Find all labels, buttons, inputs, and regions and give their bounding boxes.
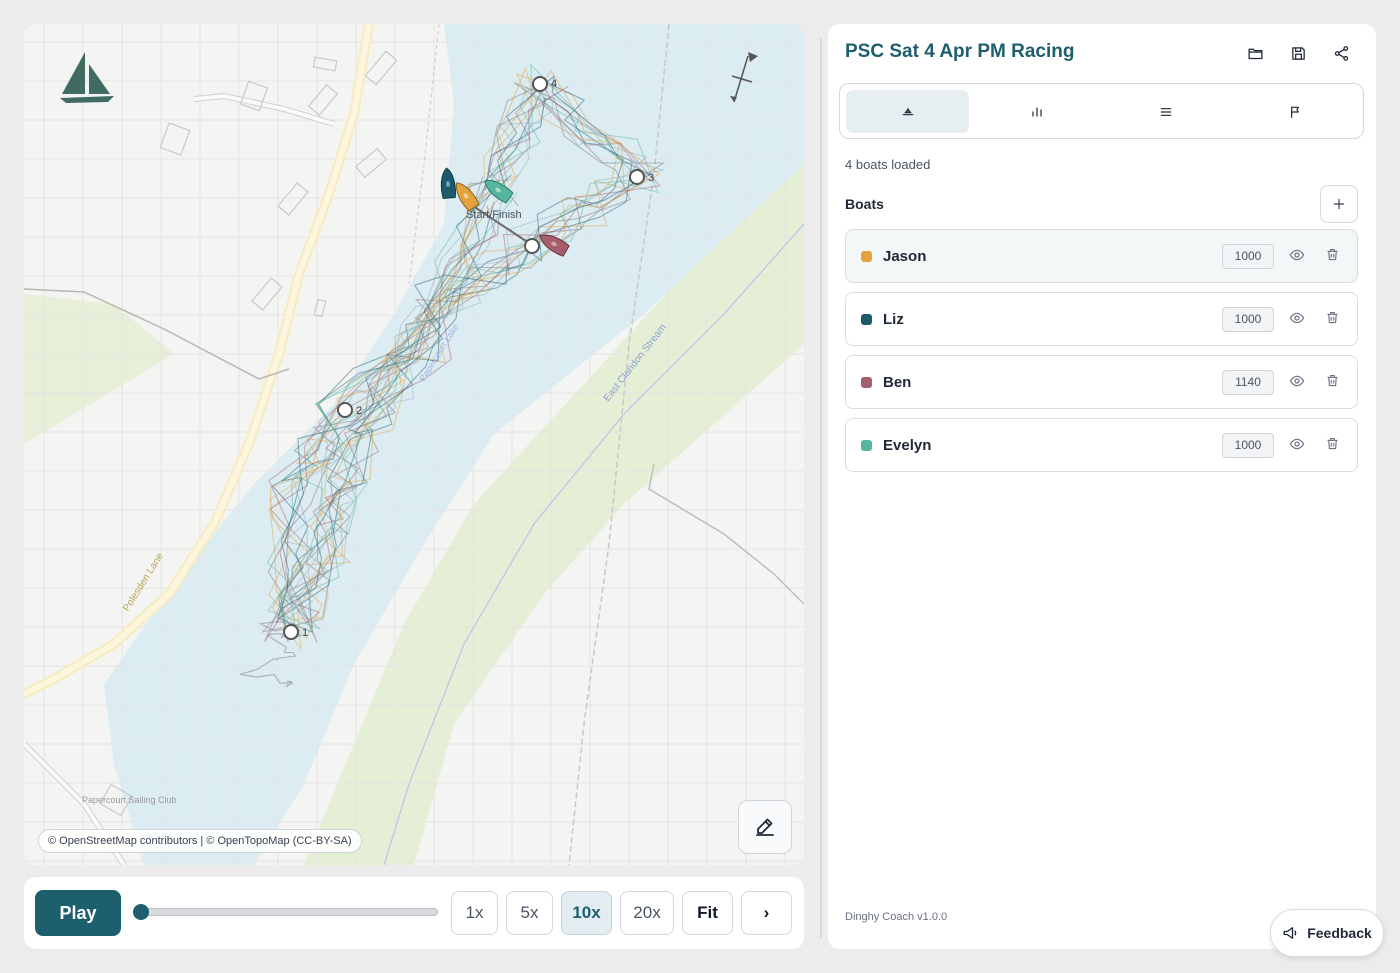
tab-course[interactable] — [1233, 90, 1356, 133]
boat-color-swatch — [861, 251, 872, 262]
feedback-button[interactable]: Feedback — [1270, 909, 1384, 957]
edit-map-button[interactable] — [738, 800, 792, 854]
sailboat-logo-icon — [60, 52, 114, 103]
start-finish-mark[interactable] — [524, 238, 540, 254]
tab-boats[interactable] — [846, 90, 969, 133]
sail-number-field[interactable]: 1000 — [1222, 244, 1274, 269]
boats-loaded-status: 4 boats loaded — [845, 157, 931, 172]
boat-name: Ben — [883, 374, 912, 391]
trash-icon — [1325, 436, 1340, 456]
course-mark-3[interactable]: 3 — [629, 169, 654, 185]
side-panel: PSC Sat 4 Apr PM Racing 4 boats loaded B… — [828, 24, 1376, 949]
delete-boat-button[interactable] — [1321, 372, 1343, 394]
delete-boat-button[interactable] — [1321, 246, 1343, 268]
club-label: Papercourt Sailing Club — [82, 795, 177, 805]
boat-name: Jason — [883, 248, 927, 265]
eye-icon — [1289, 373, 1305, 394]
toggle-visibility-button[interactable] — [1286, 372, 1308, 394]
delete-boat-button[interactable] — [1321, 435, 1343, 457]
boat-row-ben[interactable]: Ben 1140 — [845, 355, 1358, 409]
tab-list[interactable] — [1104, 90, 1227, 133]
play-button[interactable]: Play — [35, 890, 121, 936]
speed-5x-button[interactable]: 5x — [506, 891, 553, 935]
megaphone-icon — [1283, 927, 1297, 939]
boats-heading: Boats — [845, 196, 884, 212]
sail-number-field[interactable]: 1140 — [1222, 370, 1274, 395]
course-mark-4[interactable]: 4 — [532, 76, 557, 92]
sailboat-icon — [902, 107, 913, 115]
playback-bar: Play 1x 5x 10x 20x Fit › — [24, 877, 804, 949]
speed-20x-button[interactable]: 20x — [620, 891, 674, 935]
trash-icon — [1325, 373, 1340, 393]
list-icon — [1160, 107, 1171, 116]
mark-label: 4 — [551, 78, 557, 90]
start-finish-label: Start/Finish — [466, 209, 522, 221]
toggle-visibility-button[interactable] — [1286, 246, 1308, 268]
boat-row-jason[interactable]: Jason 1000 — [845, 229, 1358, 283]
boat-color-swatch — [861, 440, 872, 451]
course-mark-1[interactable]: 1 — [283, 624, 308, 640]
panel-divider[interactable] — [820, 38, 822, 938]
tab-stats[interactable] — [975, 90, 1098, 133]
mark-label: 2 — [356, 405, 362, 417]
panel-tabs — [839, 83, 1364, 139]
timeline-slider[interactable] — [133, 899, 440, 925]
map-canvas[interactable]: Polesden Lane East Clandon Stream Paperc… — [24, 24, 804, 865]
speed-1x-button[interactable]: 1x — [451, 891, 498, 935]
save-icon — [1291, 46, 1305, 60]
toggle-visibility-button[interactable] — [1286, 435, 1308, 457]
flag-icon — [1290, 106, 1299, 118]
next-button[interactable]: › — [741, 891, 792, 935]
open-folder-button[interactable] — [1244, 42, 1266, 64]
speed-10x-button[interactable]: 10x — [561, 891, 612, 935]
eye-icon — [1289, 436, 1305, 457]
map-view[interactable]: Polesden Lane East Clandon Stream Paperc… — [24, 24, 804, 865]
trash-icon — [1325, 310, 1340, 330]
pen-icon — [756, 818, 774, 836]
boat-row-liz[interactable]: Liz 1000 — [845, 292, 1358, 346]
timeline-handle[interactable] — [133, 904, 149, 920]
boat-color-swatch — [861, 314, 872, 325]
timeline-track[interactable] — [140, 908, 438, 916]
boat-name: Liz — [883, 311, 904, 328]
folder-icon — [1247, 48, 1263, 59]
sail-number-field[interactable]: 1000 — [1222, 433, 1274, 458]
bar-chart-icon — [1031, 106, 1042, 117]
mark-label: 1 — [302, 627, 308, 639]
eye-icon — [1289, 310, 1305, 331]
boat-color-swatch — [861, 377, 872, 388]
boat-name: Evelyn — [883, 437, 932, 454]
boat-row-evelyn[interactable]: Evelyn 1000 — [845, 418, 1358, 472]
add-boat-button[interactable] — [1320, 185, 1358, 223]
app-version: Dinghy Coach v1.0.0 — [845, 911, 948, 923]
page-title: PSC Sat 4 Apr PM Racing — [845, 41, 1075, 62]
eye-icon — [1289, 247, 1305, 268]
plus-icon — [1333, 198, 1345, 210]
save-button[interactable] — [1287, 42, 1309, 64]
delete-boat-button[interactable] — [1321, 309, 1343, 331]
wind-direction-icon — [730, 52, 758, 103]
mark-label: 3 — [648, 172, 654, 184]
share-icon — [1334, 45, 1348, 61]
course-mark-2[interactable]: 2 — [337, 402, 362, 418]
feedback-label: Feedback — [1307, 925, 1372, 941]
toggle-visibility-button[interactable] — [1286, 309, 1308, 331]
sail-number-field[interactable]: 1000 — [1222, 307, 1274, 332]
map-attribution: © OpenStreetMap contributors | © OpenTop… — [38, 829, 362, 853]
fit-button[interactable]: Fit — [682, 891, 733, 935]
share-button[interactable] — [1330, 42, 1352, 64]
trash-icon — [1325, 247, 1340, 267]
